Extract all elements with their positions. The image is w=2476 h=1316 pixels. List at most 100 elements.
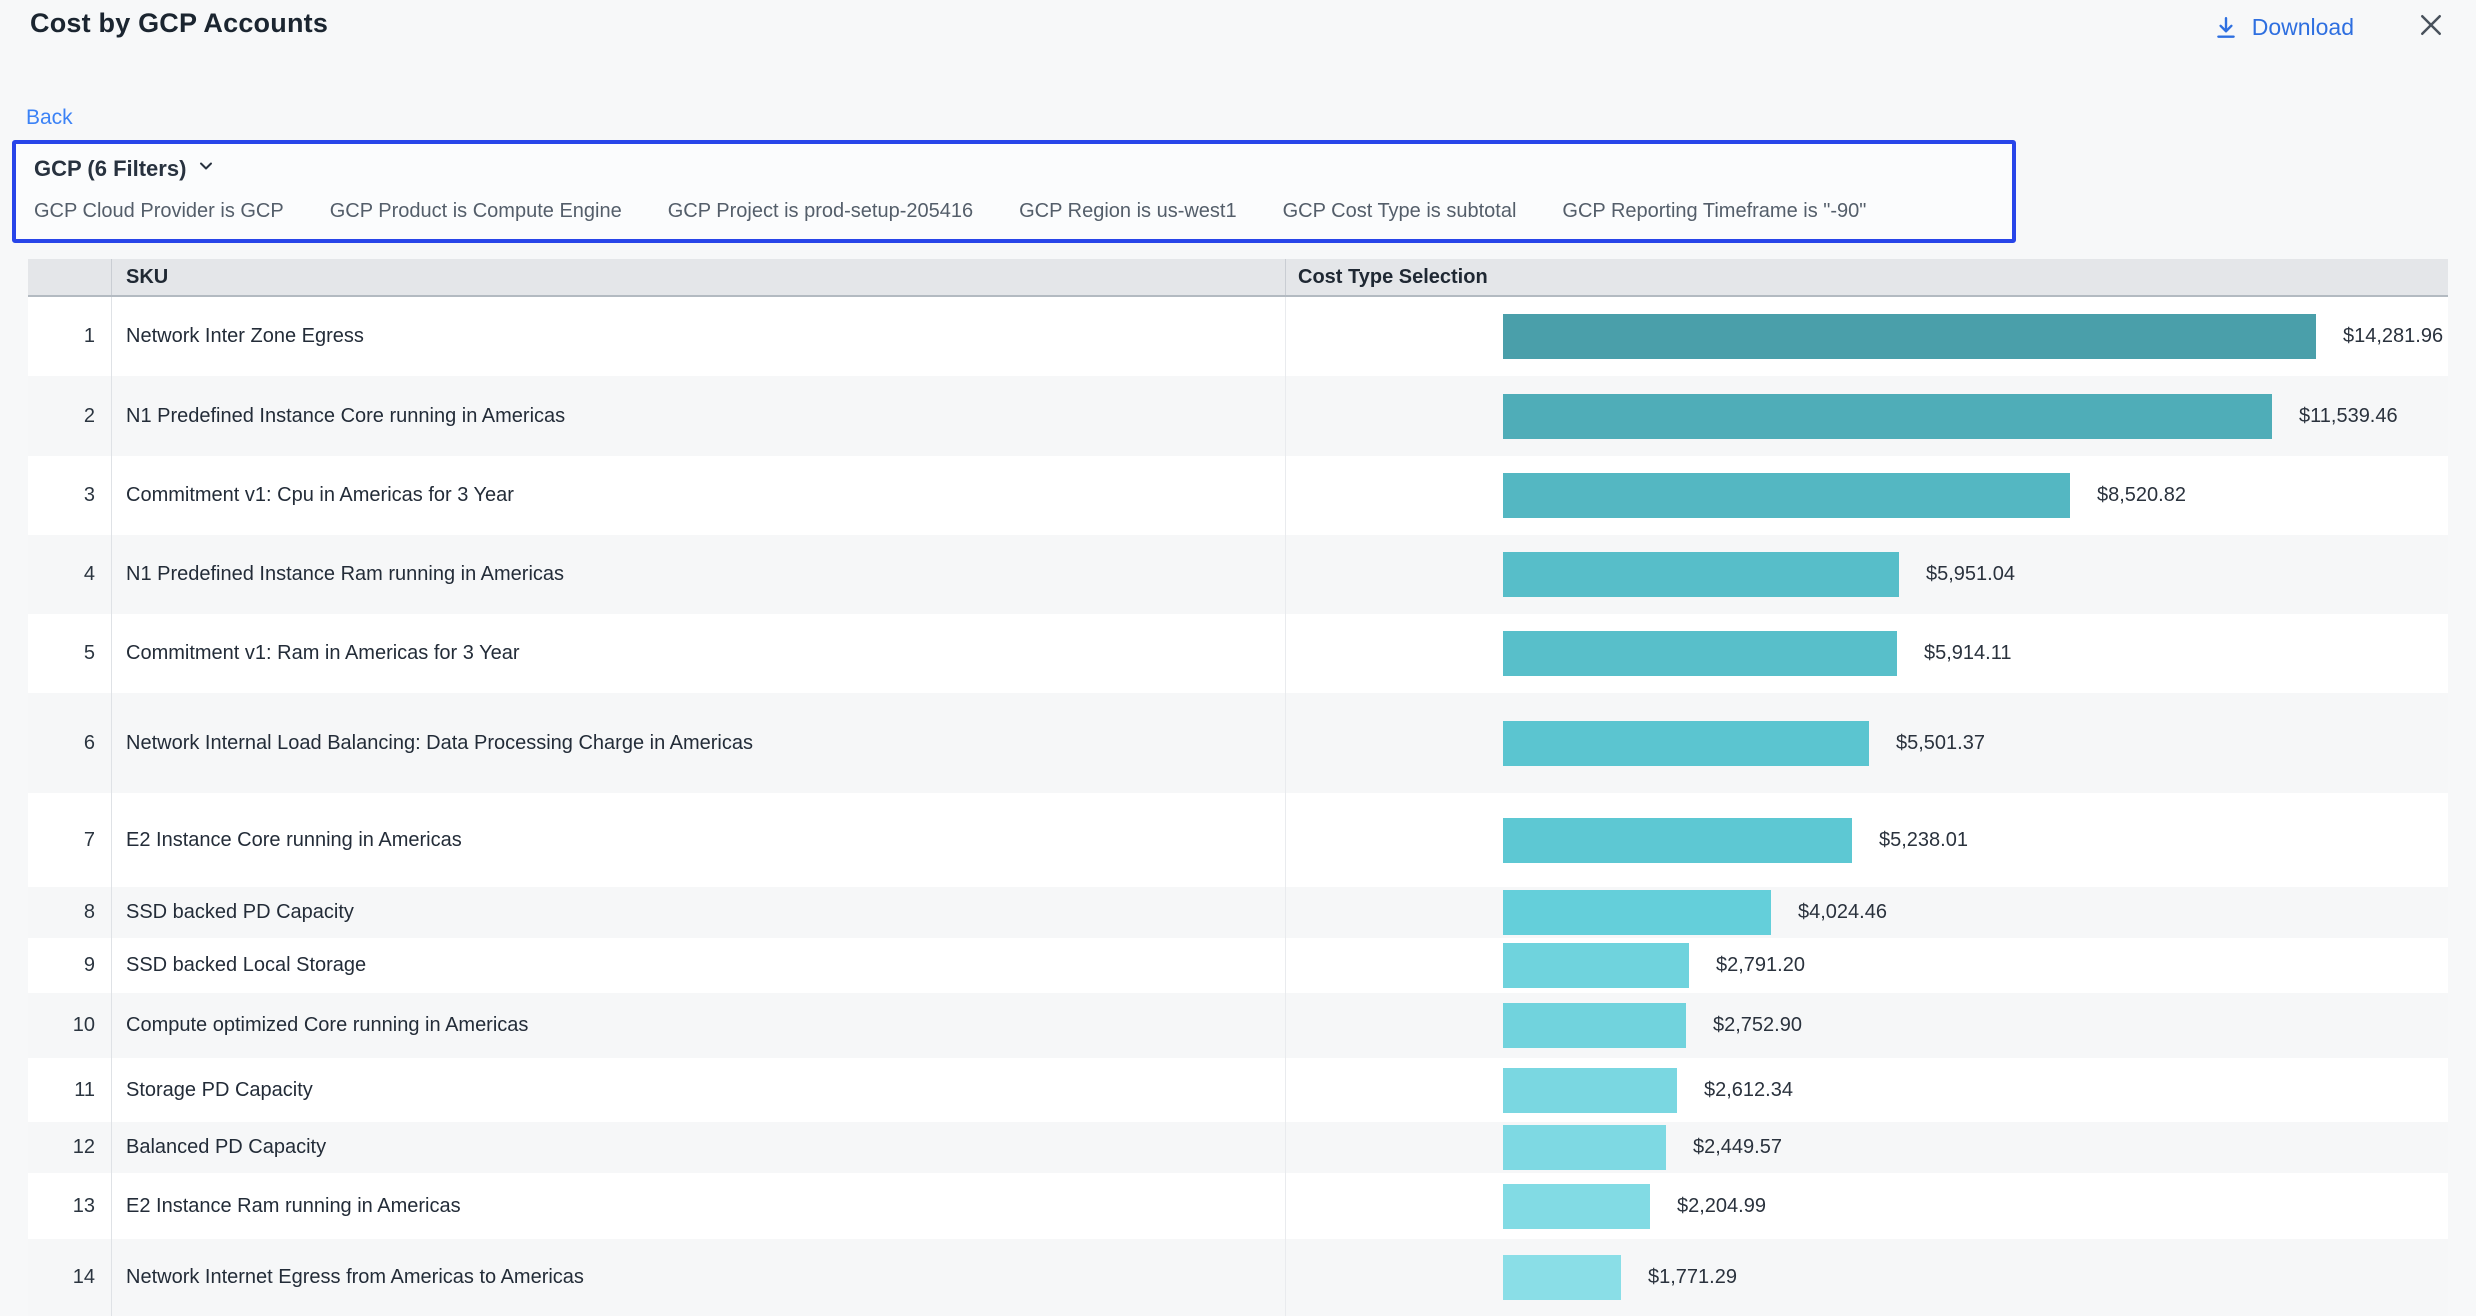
row-index: 9 bbox=[28, 938, 111, 993]
filter-chip-row: GCP Cloud Provider is GCP GCP Product is … bbox=[34, 200, 1994, 223]
table-row: 14Network Internet Egress from Americas … bbox=[28, 1239, 2448, 1316]
cost-value: $11,539.46 bbox=[2299, 405, 2398, 428]
row-index: 1 bbox=[28, 297, 111, 376]
row-index: 13 bbox=[28, 1173, 111, 1239]
header-cell-sku: SKU bbox=[111, 259, 1285, 295]
row-index: 7 bbox=[28, 793, 111, 887]
cost-bar[interactable] bbox=[1503, 1184, 1650, 1229]
download-icon bbox=[2213, 15, 2239, 41]
cost-value: $1,771.29 bbox=[1648, 1266, 1737, 1289]
row-index: 6 bbox=[28, 693, 111, 793]
filter-chip[interactable]: GCP Cloud Provider is GCP bbox=[34, 200, 284, 223]
chevron-down-icon bbox=[196, 156, 216, 182]
filter-chip[interactable]: GCP Region is us-west1 bbox=[1019, 200, 1237, 223]
table-row: 4N1 Predefined Instance Ram running in A… bbox=[28, 535, 2448, 614]
cost-cell: $2,204.99 bbox=[1285, 1173, 2448, 1239]
row-index: 4 bbox=[28, 535, 111, 614]
cost-table: SKU Cost Type Selection 1Network Inter Z… bbox=[28, 259, 2448, 1316]
cost-bar[interactable] bbox=[1503, 1125, 1666, 1170]
close-button[interactable] bbox=[2416, 10, 2446, 45]
sku-cell: Network Internet Egress from Americas to… bbox=[111, 1239, 1285, 1316]
row-index: 11 bbox=[28, 1058, 111, 1122]
table-row: 7E2 Instance Core running in Americas $5,… bbox=[28, 793, 2448, 887]
download-button[interactable]: Download bbox=[2213, 14, 2354, 41]
cost-cell: $4,024.46 bbox=[1285, 887, 2448, 938]
filter-chip[interactable]: GCP Cost Type is subtotal bbox=[1283, 200, 1517, 223]
table-row: 8SSD backed PD Capacity $4,024.46 bbox=[28, 887, 2448, 938]
row-index: 5 bbox=[28, 614, 111, 693]
page-title: Cost by GCP Accounts bbox=[30, 8, 328, 39]
table-row: 5Commitment v1: Ram in Americas for 3 Ye… bbox=[28, 614, 2448, 693]
sku-cell: Compute optimized Core running in Americ… bbox=[111, 993, 1285, 1058]
filter-chip[interactable]: GCP Project is prod-setup-205416 bbox=[668, 200, 973, 223]
row-index: 2 bbox=[28, 376, 111, 456]
back-link[interactable]: Back bbox=[26, 106, 73, 130]
table-row: 6Network Internal Load Balancing: Data P… bbox=[28, 693, 2448, 793]
table-row: 9SSD backed Local Storage $2,791.20 bbox=[28, 938, 2448, 993]
cost-bar[interactable] bbox=[1503, 473, 2070, 518]
cost-bar[interactable] bbox=[1503, 818, 1852, 863]
cost-value: $2,612.34 bbox=[1704, 1079, 1793, 1102]
table-row: 12Balanced PD Capacity $2,449.57 bbox=[28, 1122, 2448, 1173]
header-actions: Download bbox=[2213, 10, 2446, 45]
cost-cell: $11,539.46 bbox=[1285, 376, 2448, 456]
sku-cell: Balanced PD Capacity bbox=[111, 1122, 1285, 1173]
sku-cell: Network Inter Zone Egress bbox=[111, 297, 1285, 376]
cost-value: $2,752.90 bbox=[1713, 1014, 1802, 1037]
cost-cell: $14,281.96 bbox=[1285, 297, 2448, 376]
filter-summary-dropdown[interactable]: GCP (6 Filters) bbox=[34, 156, 216, 182]
row-index: 8 bbox=[28, 887, 111, 938]
cost-cell: $5,501.37 bbox=[1285, 693, 2448, 793]
row-index: 14 bbox=[28, 1239, 111, 1316]
cost-cell: $5,914.11 bbox=[1285, 614, 2448, 693]
table-row: 2N1 Predefined Instance Core running in … bbox=[28, 376, 2448, 456]
sku-cell: N1 Predefined Instance Ram running in Am… bbox=[111, 535, 1285, 614]
sku-cell: E2 Instance Core running in Americas bbox=[111, 793, 1285, 887]
cost-cell: $2,791.20 bbox=[1285, 938, 2448, 993]
cost-cell: $2,449.57 bbox=[1285, 1122, 2448, 1173]
cost-value: $5,951.04 bbox=[1926, 563, 2015, 586]
table-row: 1Network Inter Zone Egress $14,281.96 bbox=[28, 297, 2448, 376]
sku-cell: Storage PD Capacity bbox=[111, 1058, 1285, 1122]
sku-cell: SSD backed Local Storage bbox=[111, 938, 1285, 993]
cost-cell: $5,951.04 bbox=[1285, 535, 2448, 614]
download-label: Download bbox=[2252, 14, 2354, 41]
table-row: 11Storage PD Capacity $2,612.34 bbox=[28, 1058, 2448, 1122]
cost-value: $5,238.01 bbox=[1879, 829, 1968, 852]
filter-summary-label: GCP (6 Filters) bbox=[34, 156, 186, 182]
header-cell-index bbox=[28, 259, 111, 295]
cost-bar[interactable] bbox=[1503, 943, 1689, 988]
cost-value: $14,281.96 bbox=[2343, 325, 2443, 348]
row-index: 10 bbox=[28, 993, 111, 1058]
cost-bar[interactable] bbox=[1503, 1068, 1677, 1113]
filter-chip[interactable]: GCP Product is Compute Engine bbox=[330, 200, 622, 223]
cost-value: $2,791.20 bbox=[1716, 954, 1805, 977]
sku-cell: Commitment v1: Ram in Americas for 3 Yea… bbox=[111, 614, 1285, 693]
cost-value: $5,501.37 bbox=[1896, 732, 1985, 755]
cost-bar[interactable] bbox=[1503, 721, 1869, 766]
cost-bar[interactable] bbox=[1503, 552, 1899, 597]
cost-bar[interactable] bbox=[1503, 631, 1897, 676]
sku-cell: N1 Predefined Instance Core running in A… bbox=[111, 376, 1285, 456]
filter-panel: GCP (6 Filters) GCP Cloud Provider is GC… bbox=[12, 140, 2016, 243]
cost-value: $8,520.82 bbox=[2097, 484, 2186, 507]
filter-chip[interactable]: GCP Reporting Timeframe is "-90" bbox=[1562, 200, 1866, 223]
cost-bar[interactable] bbox=[1503, 394, 2272, 439]
cost-cell: $2,612.34 bbox=[1285, 1058, 2448, 1122]
cost-bar[interactable] bbox=[1503, 890, 1771, 935]
table-header: SKU Cost Type Selection bbox=[28, 259, 2448, 297]
cost-bar[interactable] bbox=[1503, 314, 2316, 359]
row-index: 3 bbox=[28, 456, 111, 535]
cost-bar[interactable] bbox=[1503, 1003, 1686, 1048]
row-index: 12 bbox=[28, 1122, 111, 1173]
cost-bar[interactable] bbox=[1503, 1255, 1621, 1300]
table-row: 13E2 Instance Ram running in Americas $2,… bbox=[28, 1173, 2448, 1239]
cost-value: $4,024.46 bbox=[1798, 901, 1887, 924]
cost-value: $2,204.99 bbox=[1677, 1195, 1766, 1218]
sku-cell: E2 Instance Ram running in Americas bbox=[111, 1173, 1285, 1239]
cost-value: $2,449.57 bbox=[1693, 1136, 1782, 1159]
cost-cell: $5,238.01 bbox=[1285, 793, 2448, 887]
header-cell-cost-type-selection: Cost Type Selection bbox=[1285, 259, 2448, 295]
table-body: 1Network Inter Zone Egress $14,281.96 2N1 … bbox=[28, 297, 2448, 1316]
sku-cell: SSD backed PD Capacity bbox=[111, 887, 1285, 938]
